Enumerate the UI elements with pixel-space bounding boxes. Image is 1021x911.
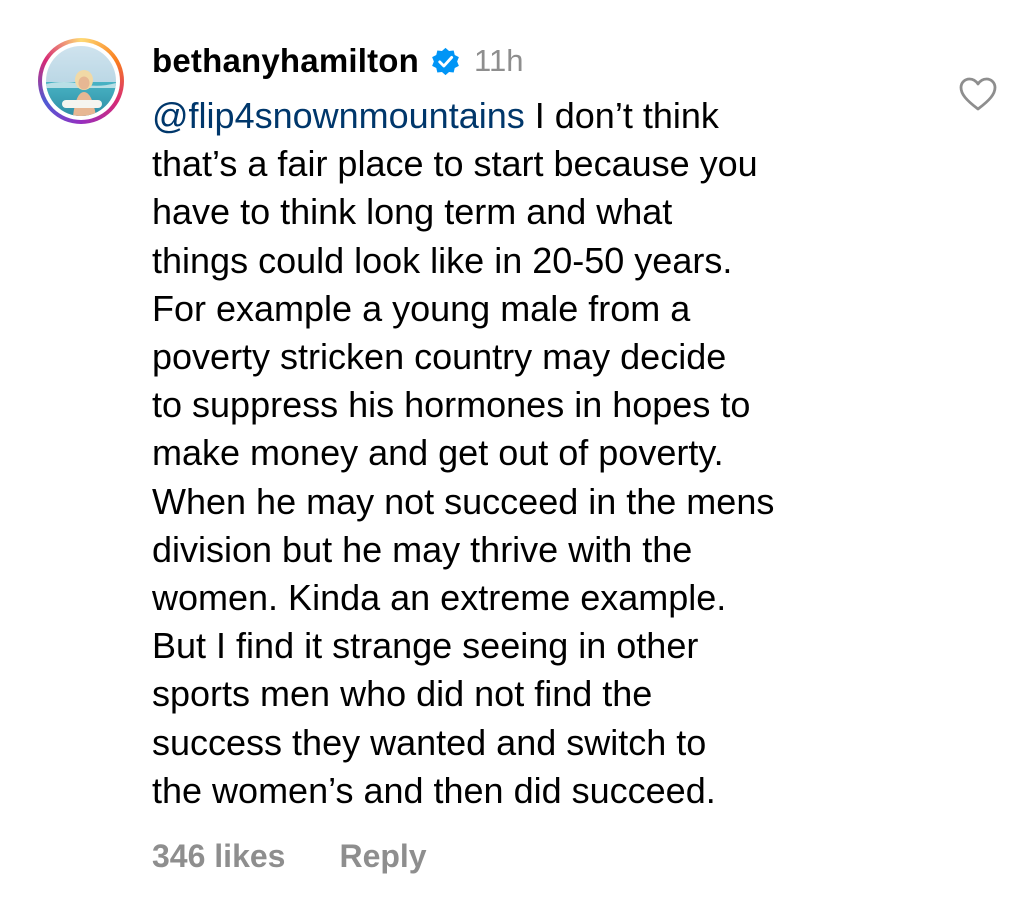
heart-outline-icon[interactable]	[958, 76, 998, 112]
comment-text: @flip4snownmountains I don’t think that’…	[152, 92, 922, 815]
verified-badge-icon	[432, 47, 459, 75]
avatar-gap	[42, 42, 120, 120]
comment-timestamp: 11h	[474, 43, 524, 78]
comment: bethanyhamilton 11h @flip4snownmountains…	[0, 0, 1021, 911]
reply-button[interactable]: Reply	[339, 838, 426, 875]
avatar-story-ring[interactable]	[38, 38, 124, 124]
comment-footer: 346 likes Reply	[152, 838, 427, 875]
comment-header: bethanyhamilton 11h	[152, 38, 922, 84]
username[interactable]: bethanyhamilton	[152, 42, 419, 80]
mention-link[interactable]: @flip4snownmountains	[152, 95, 525, 136]
comment-body: I don’t think that’s a fair place to sta…	[152, 95, 775, 811]
avatar[interactable]	[46, 46, 116, 116]
comment-content: bethanyhamilton 11h @flip4snownmountains…	[152, 38, 922, 815]
likes-count[interactable]: 346 likes	[152, 838, 285, 875]
